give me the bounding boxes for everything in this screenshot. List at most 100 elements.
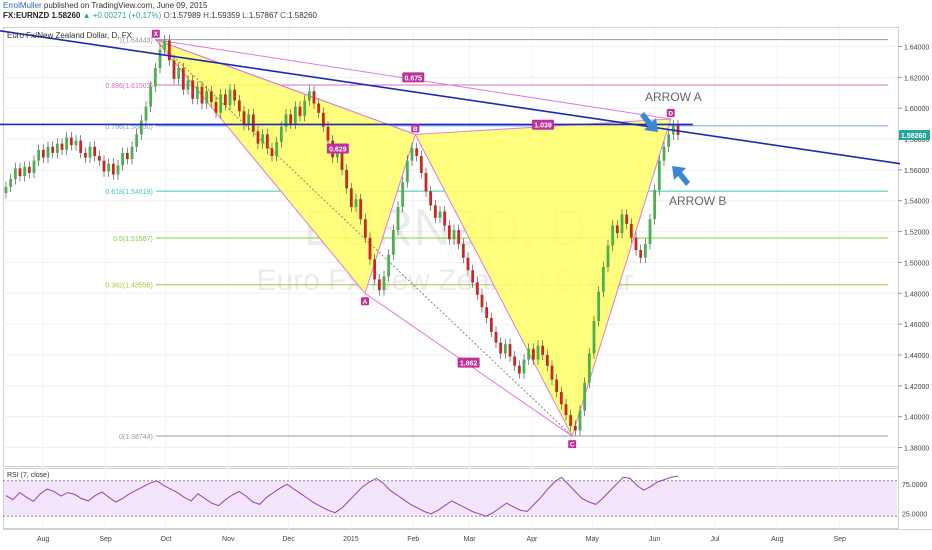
candle-body [503,344,507,354]
ratio-label: 0.675 [405,75,423,82]
candle-body [517,365,521,374]
candle-body [279,126,283,143]
candle-body [648,219,652,244]
price-chart[interactable]: EURNZD, D Euro Fx/New Zealand Dollar 1(1… [0,0,932,550]
candle-body [359,199,363,220]
candle-body [275,142,279,157]
ratio-label: 1.862 [460,361,478,368]
candle-body [163,40,167,50]
time-tick-label: May [586,536,600,543]
candle-body [51,146,55,153]
candle-body [601,267,605,292]
candle-body [200,86,204,104]
candle-body [116,165,120,175]
candle-body [363,219,367,238]
candle-body [74,140,78,146]
candle-body [489,317,493,332]
candle-body [261,134,265,144]
rsi-tick-label: 75.0000 [902,482,927,489]
time-tick-label: Jul [711,536,720,543]
candle-body [527,348,531,360]
candle-body [629,223,633,238]
candle-body [65,137,69,150]
candle-body [177,68,181,79]
candle-body [317,103,321,113]
price-tick-label: 1.48000 [904,291,929,298]
candle-body [107,163,111,172]
price-axis[interactable]: 1.640001.620001.600001.580001.560001.540… [898,45,930,453]
price-tick-label: 1.56000 [904,168,929,175]
candle-body [555,379,559,392]
pattern-point-label: C [570,442,575,449]
candle-body [247,114,251,126]
candle-body [251,114,255,132]
candle-body [237,100,241,112]
arrow-a-label: ARROW A [645,90,702,104]
pattern-point-label: A [363,299,368,306]
time-tick-label: Aug [771,536,784,543]
pattern-point-label: B [413,126,418,133]
time-tick-label: Feb [407,536,419,543]
candle-body [611,225,615,246]
price-tick-label: 1.46000 [904,322,929,329]
candle-body [387,254,391,277]
candle-body [377,279,381,291]
candle-body [368,237,372,260]
candle-body [541,345,545,355]
candle-body [303,100,307,116]
price-tick-label: 1.42000 [904,384,929,391]
candle-body [592,321,596,354]
price-tick-label: 1.40000 [904,415,929,422]
candle-body [410,148,414,161]
candle-body [9,179,13,187]
candle-body [424,172,428,192]
candle-body [158,49,162,69]
candle-body [485,307,489,318]
candle-body [625,214,629,224]
candle-body [93,146,97,157]
candle-body [37,149,41,161]
last-price-label: 1.58260 [901,133,926,140]
price-tick-label: 1.60000 [904,106,929,113]
candle-body [653,189,657,220]
candle-body [349,188,353,207]
candle-body [191,80,195,99]
candle-body [18,168,22,177]
candle-body [513,356,517,366]
candle-body [391,230,395,255]
price-tick-label: 1.62000 [904,75,929,82]
candle-body [401,182,405,207]
time-axis[interactable]: Aug Sep Oct Nov Dec 2015 Feb Mar Apr May Jun Jul Aug… [37,536,846,543]
candle-body [326,126,330,141]
candle-body [662,146,666,161]
rsi-band [4,480,897,517]
candle-body [634,237,638,251]
time-tick-label: Jun [649,536,660,543]
fib-level-label: 0.382(1.48556) [105,283,152,290]
rsi-pane: RSI (7, close) 75.0000 25.0000 [3,472,927,518]
candle-body [97,156,101,161]
candle-body [130,146,134,160]
candle-body [83,152,87,158]
candle-body [121,152,125,166]
candle-body [46,146,50,158]
candle-body [396,206,400,231]
time-tick-label: Apr [527,536,539,543]
candle-body [79,140,83,153]
candle-body [209,91,213,103]
candle-body [466,257,470,271]
candle-body [433,205,437,218]
candle-body [125,152,129,160]
candle-body [615,225,619,234]
candle-body [545,354,549,366]
candle-body [573,425,577,431]
candle-body [27,166,31,173]
time-tick-label: Oct [160,536,171,543]
candle-body [242,111,246,126]
candle-body [233,89,237,101]
candle-body [298,106,302,116]
candle-body [550,365,554,380]
candle-body [60,143,64,150]
arrow-b-icon [672,166,690,186]
time-tick-label: Sep [833,536,846,543]
